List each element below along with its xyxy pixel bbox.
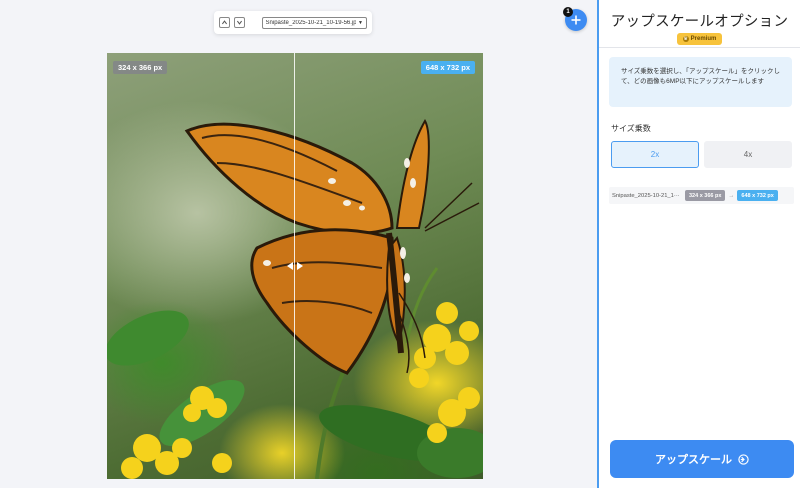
next-image-button[interactable] <box>233 17 245 28</box>
arrow-right-icon: → <box>728 192 735 199</box>
crown-icon: ♛ <box>682 36 689 42</box>
premium-label: Premium <box>690 36 717 42</box>
file-original-size: 324 x 366 px <box>685 190 726 201</box>
premium-badge: ♛ Premium <box>676 33 723 45</box>
canvas-area: Snipaste_2025-10-21_10-19-56.jpg ▼ 1 324… <box>0 0 596 488</box>
upscale-options-panel: アップスケールオプション ♛ Premium サイズ乗数を選択し、「アップスケー… <box>597 0 800 488</box>
plus-icon <box>571 15 581 25</box>
caret-down-icon: ▼ <box>358 19 363 26</box>
info-text: サイズ乗数を選択し、「アップスケール」をクリックして、どの画像も6MP以下にアッ… <box>621 68 781 85</box>
chevron-up-icon <box>221 20 227 25</box>
panel-header: アップスケールオプション ♛ Premium <box>599 0 800 48</box>
upscale-button[interactable]: アップスケール <box>610 440 794 478</box>
file-list-item: Snipaste_2025-10-21_1··· 324 x 366 px → … <box>609 187 794 204</box>
comparison-handle[interactable] <box>287 259 303 273</box>
upscale-button-label: アップスケール <box>655 454 732 466</box>
scale-option-4x[interactable]: 4x <box>704 141 792 168</box>
upscaled-size-tag: 648 x 732 px <box>420 61 475 74</box>
file-upscaled-size: 648 x 732 px <box>737 190 778 201</box>
previous-image-button[interactable] <box>219 17 230 28</box>
scale-options: 2x 4x <box>611 141 792 168</box>
scale-option-2x[interactable]: 2x <box>611 141 699 168</box>
panel-title: アップスケールオプション <box>610 14 789 30</box>
image-count-badge: 1 <box>563 7 573 17</box>
scale-label: サイズ乗数 <box>611 124 651 133</box>
circle-arrow-right-icon <box>738 453 749 465</box>
triangle-right-icon <box>297 262 303 270</box>
file-name: Snipaste_2025-10-21_1··· <box>612 192 680 199</box>
triangle-left-icon <box>287 262 293 270</box>
info-box: サイズ乗数を選択し、「アップスケール」をクリックして、どの画像も6MP以下にアッ… <box>609 57 792 107</box>
original-size-tag: 324 x 366 px <box>113 61 168 74</box>
file-select-dropdown[interactable]: Snipaste_2025-10-21_10-19-56.jpg ▼ <box>261 16 367 29</box>
image-navigation-toolbar: Snipaste_2025-10-21_10-19-56.jpg ▼ <box>214 11 372 34</box>
file-select-value: Snipaste_2025-10-21_10-19-56.jpg <box>265 19 357 26</box>
chevron-down-icon <box>236 20 242 25</box>
before-after-comparison[interactable]: 324 x 366 px 648 x 732 px <box>107 53 483 479</box>
